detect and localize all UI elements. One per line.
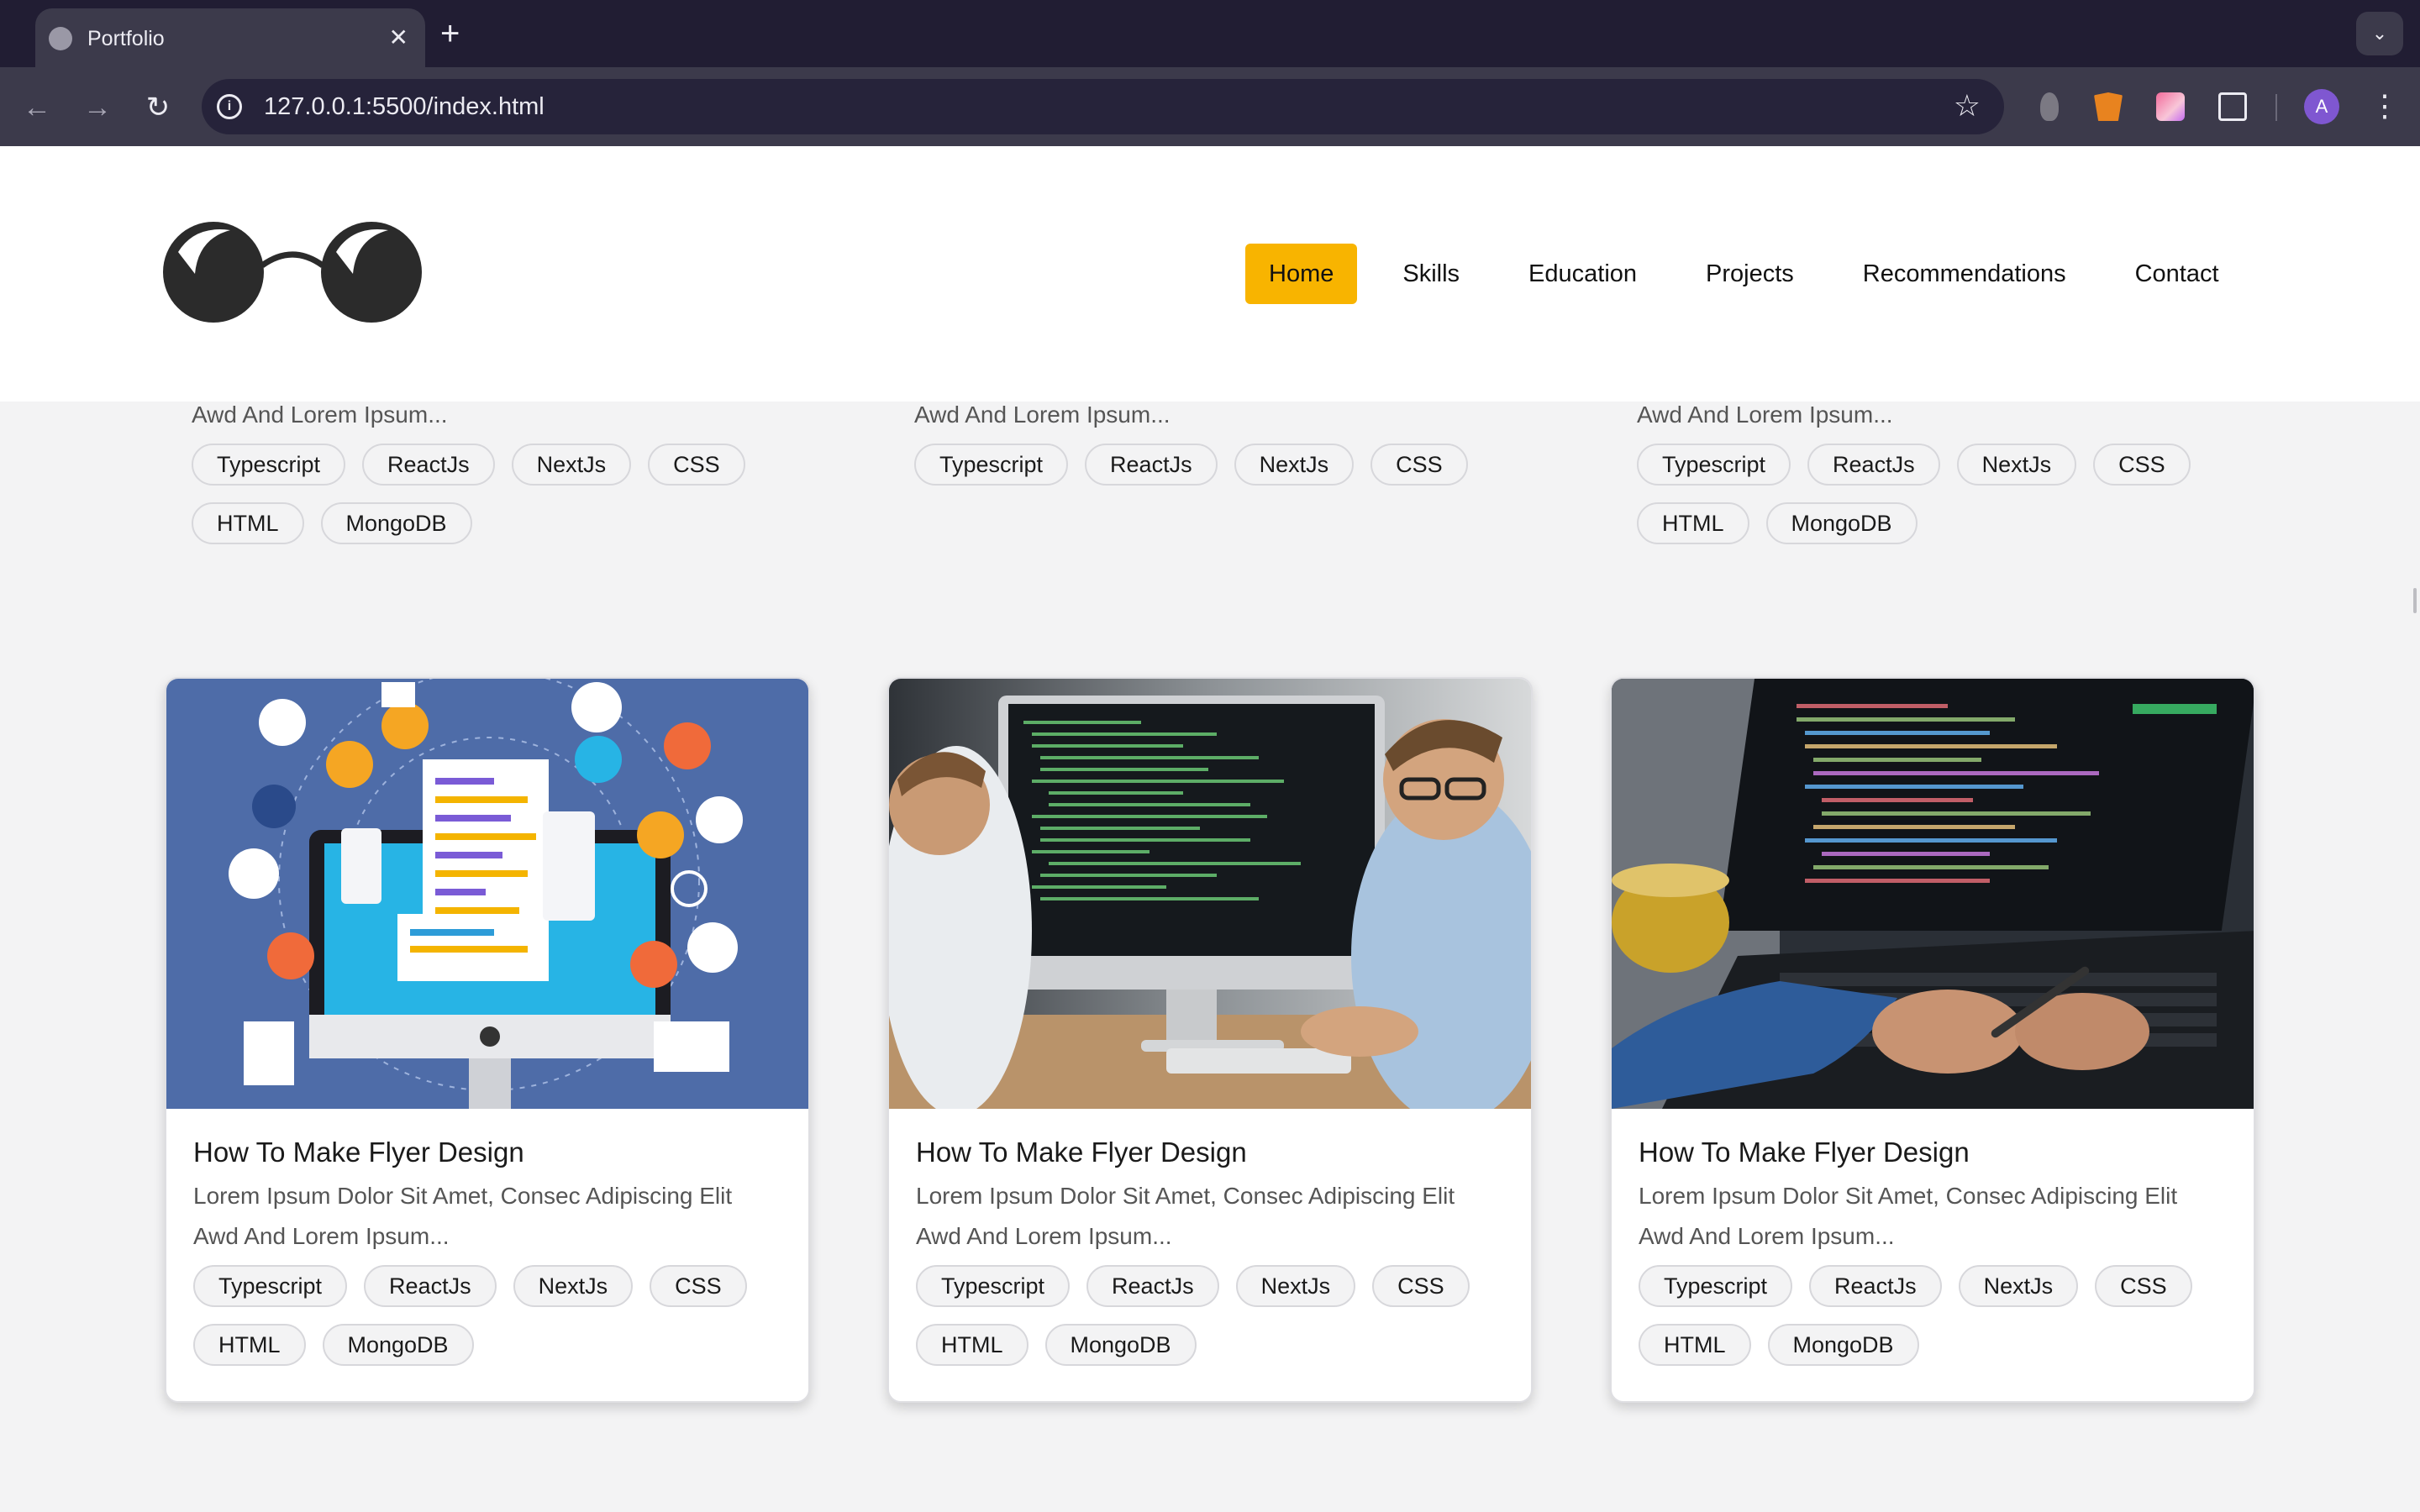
project-thumbnail bbox=[889, 679, 1531, 1109]
top-card-content: Awd And Lorem Ipsum... Typescript ReactJ… bbox=[192, 395, 797, 561]
tag-css: CSS bbox=[650, 1265, 747, 1307]
project-card[interactable]: How To Make Flyer Design Lorem Ipsum Dol… bbox=[887, 677, 1533, 1403]
laptop-coding-photo bbox=[1612, 679, 2254, 1109]
tag-list: Typescript ReactJs NextJs CSS HTML Mongo… bbox=[916, 1265, 1506, 1383]
card-title[interactable]: How To Make Flyer Design bbox=[916, 1134, 1506, 1171]
globe-icon bbox=[49, 27, 72, 50]
tag-typescript: Typescript bbox=[914, 444, 1069, 486]
nav-projects[interactable]: Projects bbox=[1682, 244, 1818, 304]
card-description: Awd And Lorem Ipsum... bbox=[1639, 1223, 1895, 1249]
tag-mongodb: MongoDB bbox=[1767, 1324, 1919, 1366]
tag-html: HTML bbox=[1637, 502, 1749, 544]
tag-html: HTML bbox=[193, 1324, 306, 1366]
tag-mongodb: MongoDB bbox=[1765, 502, 1918, 544]
address-bar[interactable]: i 127.0.0.1:5500/index.html ☆ bbox=[202, 79, 2004, 134]
puzzle-extensions-icon[interactable] bbox=[2218, 92, 2247, 121]
tag-typescript: Typescript bbox=[1637, 444, 1791, 486]
tag-reactjs: ReactJs bbox=[1086, 1265, 1219, 1307]
card-description: Awd And Lorem Ipsum... bbox=[193, 1223, 450, 1249]
tag-nextjs: NextJs bbox=[513, 1265, 634, 1307]
developers-at-desk-photo bbox=[889, 679, 1531, 1109]
tag-mongodb: MongoDB bbox=[320, 502, 472, 544]
extension-icon[interactable] bbox=[2040, 92, 2059, 121]
tag-reactjs: ReactJs bbox=[362, 444, 495, 486]
tag-reactjs: ReactJs bbox=[364, 1265, 497, 1307]
nav-home[interactable]: Home bbox=[1245, 244, 1358, 304]
tag-css: CSS bbox=[2095, 1265, 2192, 1307]
tag-typescript: Typescript bbox=[192, 444, 346, 486]
reload-button[interactable]: ↻ bbox=[138, 87, 178, 128]
tag-nextjs: NextJs bbox=[1956, 444, 2077, 486]
tag-nextjs: NextJs bbox=[1234, 444, 1355, 486]
new-tab-button[interactable]: + bbox=[440, 15, 460, 52]
project-thumbnail bbox=[1612, 679, 2254, 1109]
card-description: Awd And Lorem Ipsum... bbox=[916, 1223, 1172, 1249]
tag-reactjs: ReactJs bbox=[1809, 1265, 1942, 1307]
browser-tab-bar: Portfolio ✕ + ⌄ bbox=[0, 0, 2420, 67]
tag-nextjs: NextJs bbox=[1235, 1265, 1356, 1307]
web-development-illustration bbox=[166, 679, 808, 1109]
top-card-content: Awd And Lorem Ipsum... Typescript ReactJ… bbox=[1637, 395, 2242, 561]
project-card[interactable]: How To Make Flyer Design Lorem Ipsum Dol… bbox=[165, 677, 810, 1403]
metamask-fox-icon[interactable] bbox=[2094, 92, 2123, 121]
profile-avatar[interactable]: A bbox=[2304, 89, 2339, 124]
url-text[interactable]: 127.0.0.1:5500/index.html bbox=[264, 93, 544, 121]
tag-nextjs: NextJs bbox=[511, 444, 632, 486]
site-info-icon[interactable]: i bbox=[217, 94, 242, 119]
browser-toolbar: ← → ↻ i 127.0.0.1:5500/index.html ☆ A ⋮ bbox=[0, 67, 2420, 146]
tag-list: Typescript ReactJs NextJs CSS HTML Mongo… bbox=[193, 1265, 783, 1383]
card-description: Lorem Ipsum Dolor Sit Amet, Consec Adipi… bbox=[1639, 1183, 2178, 1209]
project-thumbnail bbox=[166, 679, 808, 1109]
bookmark-star-icon[interactable]: ☆ bbox=[1954, 87, 1981, 124]
tag-typescript: Typescript bbox=[916, 1265, 1071, 1307]
project-card[interactable]: How To Make Flyer Design Lorem Ipsum Dol… bbox=[1610, 677, 2255, 1403]
nav-skills[interactable]: Skills bbox=[1379, 244, 1483, 304]
card-description: Lorem Ipsum Dolor Sit Amet, Consec Adipi… bbox=[916, 1183, 1455, 1209]
main-nav: Home Skills Education Projects Recommend… bbox=[1245, 242, 2243, 306]
browser-tab[interactable]: Portfolio ✕ bbox=[35, 8, 425, 67]
tag-typescript: Typescript bbox=[193, 1265, 348, 1307]
tag-list: Typescript ReactJs NextJs CSS bbox=[914, 444, 1519, 502]
tag-css: CSS bbox=[648, 444, 745, 486]
glasses-logo-icon[interactable] bbox=[161, 218, 424, 328]
tag-list: Typescript ReactJs NextJs CSS HTML Mongo… bbox=[192, 444, 797, 561]
back-button[interactable]: ← bbox=[17, 87, 57, 128]
tag-nextjs: NextJs bbox=[1958, 1265, 2079, 1307]
tag-typescript: Typescript bbox=[1639, 1265, 1793, 1307]
nav-contact[interactable]: Contact bbox=[2112, 244, 2243, 304]
tag-reactjs: ReactJs bbox=[1807, 444, 1940, 486]
tag-css: CSS bbox=[2093, 444, 2191, 486]
tag-css: CSS bbox=[1370, 444, 1468, 486]
browser-menu-icon[interactable]: ⋮ bbox=[2370, 89, 2400, 123]
tab-search-button[interactable]: ⌄ bbox=[2356, 12, 2403, 55]
tag-html: HTML bbox=[192, 502, 304, 544]
page-viewport: How To Make Flyer Design Lorem Ipsum Dol… bbox=[0, 146, 2420, 1512]
tag-list: Typescript ReactJs NextJs CSS HTML Mongo… bbox=[1637, 444, 2242, 561]
color-extension-icon[interactable] bbox=[2156, 92, 2185, 121]
forward-button[interactable]: → bbox=[77, 87, 118, 128]
tag-css: CSS bbox=[1372, 1265, 1470, 1307]
tag-html: HTML bbox=[916, 1324, 1028, 1366]
toolbar-divider bbox=[2275, 94, 2277, 121]
card-title[interactable]: How To Make Flyer Design bbox=[193, 1134, 783, 1171]
close-tab-icon[interactable]: ✕ bbox=[389, 21, 408, 55]
card-description: Lorem Ipsum Dolor Sit Amet, Consec Adipi… bbox=[193, 1183, 733, 1209]
tag-mongodb: MongoDB bbox=[1044, 1324, 1197, 1366]
scrollbar-thumb[interactable] bbox=[2413, 588, 2417, 613]
tab-title: Portfolio bbox=[87, 27, 165, 50]
site-header: Home Skills Education Projects Recommend… bbox=[0, 146, 2420, 402]
nav-education[interactable]: Education bbox=[1505, 244, 1660, 304]
tag-reactjs: ReactJs bbox=[1085, 444, 1218, 486]
top-card-content: Awd And Lorem Ipsum... Typescript ReactJ… bbox=[914, 395, 1519, 502]
tag-html: HTML bbox=[1639, 1324, 1751, 1366]
tag-mongodb: MongoDB bbox=[322, 1324, 474, 1366]
card-title[interactable]: How To Make Flyer Design bbox=[1639, 1134, 2228, 1171]
nav-recommendations[interactable]: Recommendations bbox=[1839, 244, 2090, 304]
tag-list: Typescript ReactJs NextJs CSS HTML Mongo… bbox=[1639, 1265, 2228, 1383]
